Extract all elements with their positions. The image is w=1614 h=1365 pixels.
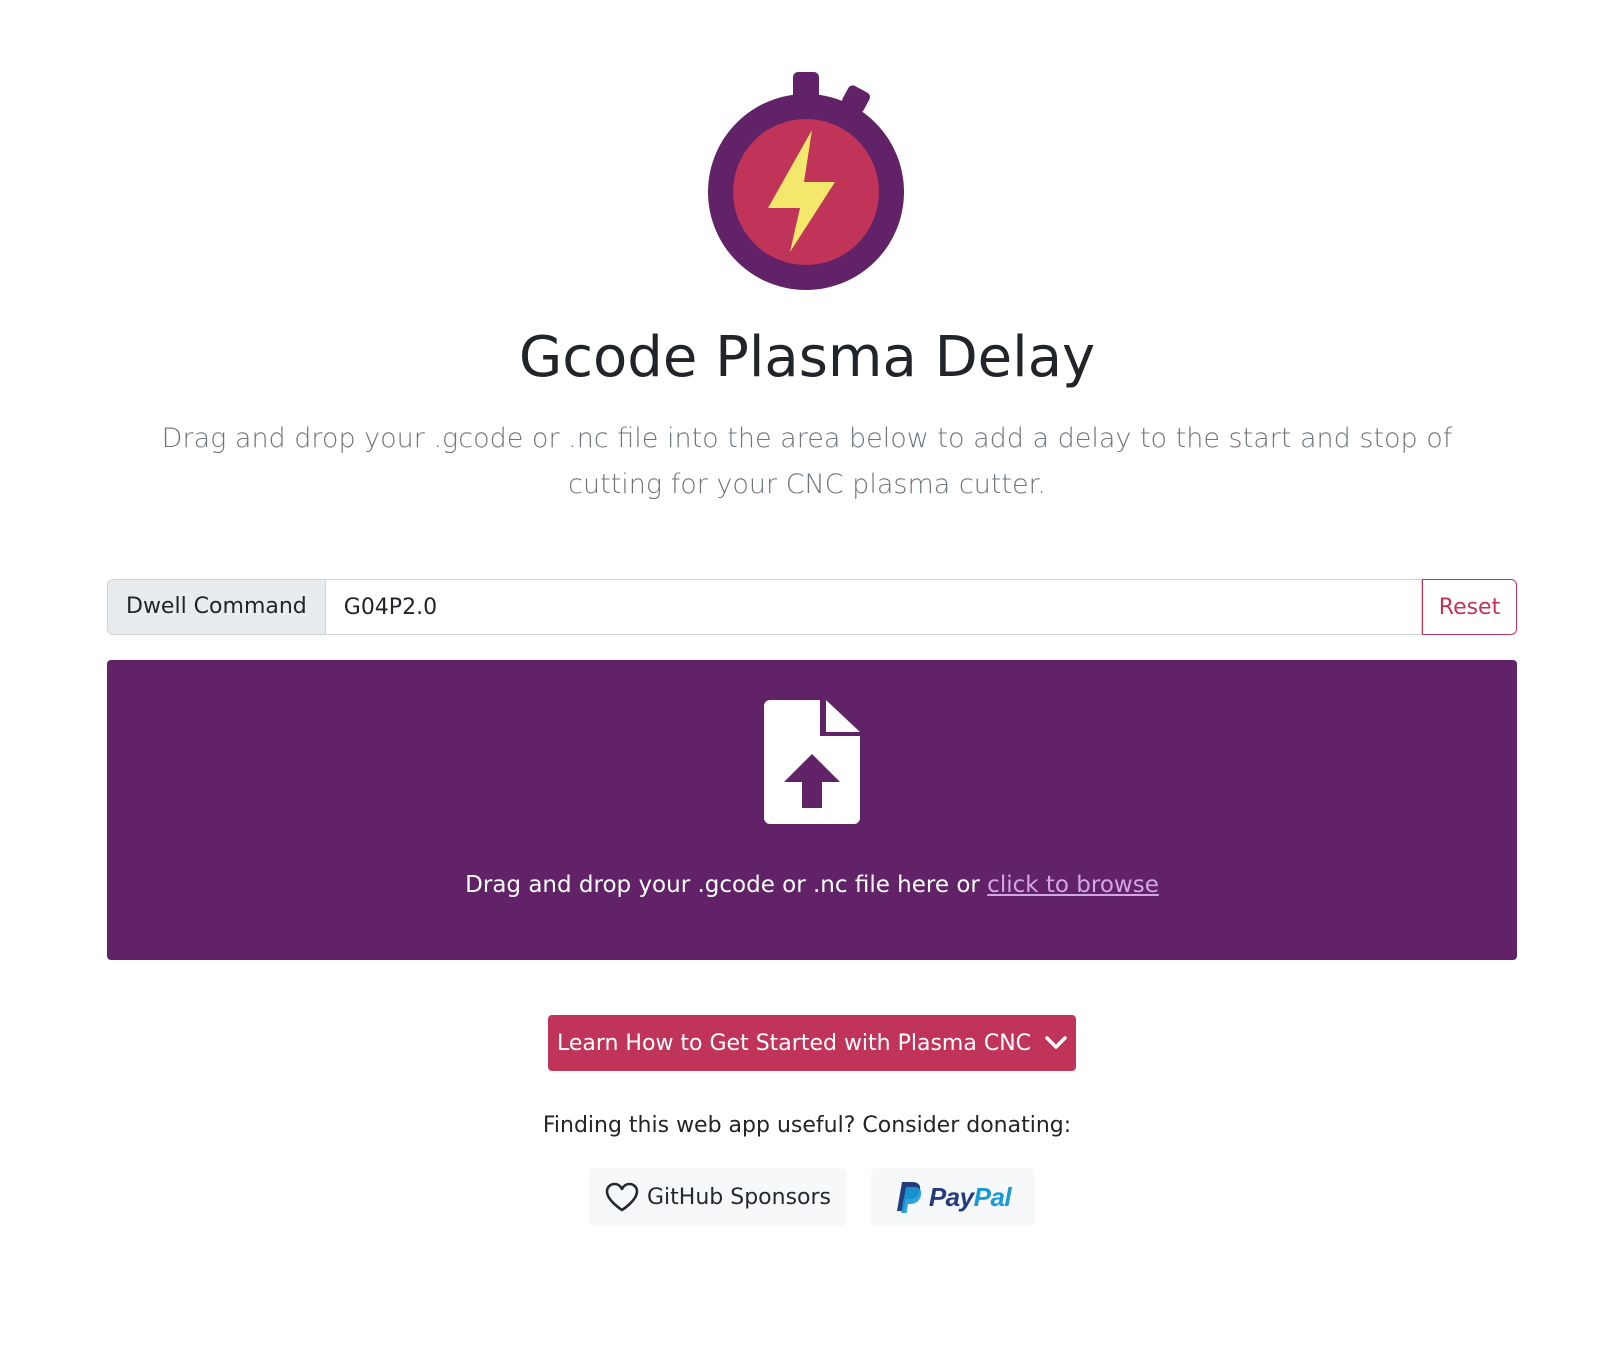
- get-started-label: Learn How to Get Started with Plasma CNC: [556, 1030, 1032, 1056]
- dwell-command-label: Dwell Command: [107, 579, 326, 635]
- donate-prompt: Finding this web app useful? Consider do…: [542, 1113, 1072, 1138]
- github-sponsors-button[interactable]: GitHub Sponsors: [589, 1168, 847, 1226]
- page: Gcode Plasma Delay Drag and drop your .g…: [0, 0, 1614, 1365]
- chevron-down-icon: [1045, 1036, 1067, 1049]
- stopwatch-lightning-icon: [708, 72, 904, 290]
- dwell-command-group: Dwell Command Reset: [107, 579, 1517, 635]
- file-upload-icon: [764, 700, 860, 824]
- github-sponsors-label: GitHub Sponsors: [647, 1184, 831, 1210]
- paypal-logo-icon: [896, 1182, 922, 1213]
- paypal-wordmark-pal: Pal: [973, 1181, 1012, 1212]
- reset-button[interactable]: Reset: [1422, 579, 1517, 635]
- page-description: Drag and drop your .gcode or .nc file in…: [161, 423, 1453, 500]
- get-started-dropdown-button[interactable]: Learn How to Get Started with Plasma CNC: [548, 1015, 1076, 1071]
- dropzone-instruction: Drag and drop your .gcode or .nc file he…: [465, 872, 980, 898]
- page-title: Gcode Plasma Delay: [518, 325, 1096, 390]
- paypal-wordmark-pay: Pay: [928, 1181, 974, 1212]
- paypal-wordmark: PayPal: [928, 1181, 1012, 1213]
- heart-icon: [605, 1182, 639, 1212]
- file-dropzone[interactable]: Drag and drop your .gcode or .nc file he…: [107, 660, 1517, 960]
- dropzone-text: Drag and drop your .gcode or .nc file he…: [107, 868, 1517, 902]
- browse-link[interactable]: click to browse: [987, 872, 1159, 898]
- dwell-command-input[interactable]: [325, 579, 1422, 635]
- paypal-button[interactable]: PayPal: [871, 1168, 1035, 1226]
